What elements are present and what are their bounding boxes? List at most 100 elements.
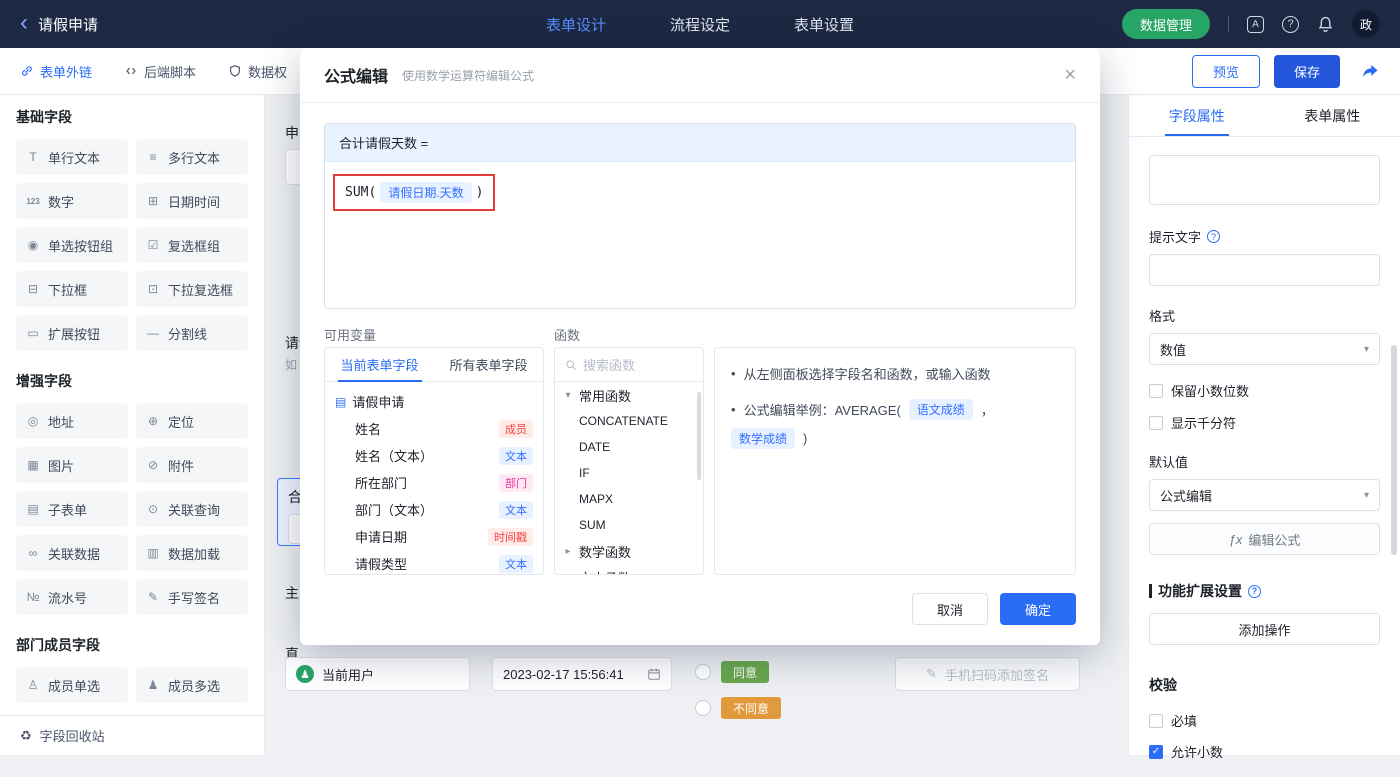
preview-button[interactable]: 预览: [1192, 55, 1260, 88]
translate-icon[interactable]: A: [1247, 16, 1264, 33]
field-item-serial-number[interactable]: №流水号: [16, 579, 128, 615]
hint-text-input[interactable]: [1149, 254, 1380, 286]
confirm-button[interactable]: 确定: [1000, 593, 1076, 625]
apply-date-field[interactable]: 2023-02-17 15:56:41: [492, 657, 672, 691]
allow-decimal-checkbox[interactable]: ✓: [1149, 745, 1163, 759]
add-action-button[interactable]: 添加操作: [1149, 613, 1380, 645]
field-label-fragment: 请: [285, 333, 299, 353]
cancel-button[interactable]: 取消: [912, 593, 988, 625]
variable-row[interactable]: 姓名（文本） 文本: [325, 442, 543, 469]
form-external-link[interactable]: 表单外链: [20, 62, 92, 81]
radio-circle[interactable]: [695, 700, 711, 716]
field-recycle-bin[interactable]: ♻ 字段回收站: [0, 715, 265, 755]
field-label: 附件: [168, 456, 194, 475]
variable-row[interactable]: 申请日期 时间戳: [325, 523, 543, 550]
current-user-field[interactable]: ♟ 当前用户: [285, 657, 470, 691]
close-icon[interactable]: ×: [1064, 64, 1076, 87]
field-item-attachment[interactable]: ⊘附件: [136, 447, 248, 483]
variable-row[interactable]: 所在部门 部门: [325, 469, 543, 496]
tab-form-design[interactable]: 表单设计: [546, 14, 606, 35]
function-search-input[interactable]: 搜索函数: [555, 348, 703, 382]
field-item-image[interactable]: ▦图片: [16, 447, 128, 483]
formula-input-area[interactable]: SUM( 请假日期.天数 ): [325, 162, 1075, 223]
field-item-divider[interactable]: —分割线: [136, 315, 248, 351]
scrollbar-thumb[interactable]: [1391, 345, 1397, 555]
field-title-box[interactable]: [1149, 155, 1380, 205]
avatar[interactable]: 政: [1352, 10, 1380, 38]
back-icon[interactable]: ‹: [20, 11, 28, 35]
agree-badge[interactable]: 同意: [721, 661, 769, 683]
fn-group-text[interactable]: ▸ 文本函数: [555, 564, 703, 575]
radio-circle[interactable]: [695, 664, 711, 680]
tips-panel: • 从左侧面板选择字段名和函数，或输入函数 • 公式编辑举例：AVERAGE( …: [714, 347, 1076, 575]
fn-group-math[interactable]: ▸ 数学函数: [555, 538, 703, 564]
field-item-datetime[interactable]: ⊞日期时间: [136, 183, 248, 219]
radio-option-agree[interactable]: 同意: [695, 661, 769, 683]
scrollbar-thumb[interactable]: [697, 392, 701, 480]
field-item-data-load[interactable]: ▥数据加载: [136, 535, 248, 571]
keep-decimal-checkbox[interactable]: [1149, 384, 1163, 398]
help-icon[interactable]: ?: [1282, 16, 1299, 33]
validation-title: 校验: [1149, 675, 1380, 695]
variable-row[interactable]: 请假类型 文本: [325, 550, 543, 575]
tab-form-setting[interactable]: 表单设置: [794, 14, 854, 35]
field-item-multi-line-text[interactable]: ≡多行文本: [136, 139, 248, 175]
fn-item-date[interactable]: DATE: [555, 434, 703, 460]
field-item-single-line-text[interactable]: T单行文本: [16, 139, 128, 175]
tab-form-properties[interactable]: 表单属性: [1265, 95, 1400, 136]
edit-formula-button[interactable]: ƒx 编辑公式: [1149, 523, 1380, 555]
fn-item-concatenate[interactable]: CONCATENATE: [555, 408, 703, 434]
field-item-location[interactable]: ⊕定位: [136, 403, 248, 439]
field-item-linked-data[interactable]: ∞关联数据: [16, 535, 128, 571]
save-button[interactable]: 保存: [1274, 55, 1340, 88]
tab-field-properties[interactable]: 字段属性: [1129, 95, 1265, 136]
radio-option-disagree[interactable]: 不同意: [695, 697, 781, 719]
thousand-sep-row[interactable]: 显示千分符: [1149, 413, 1380, 432]
field-item-lookup[interactable]: ⊙关联查询: [136, 491, 248, 527]
functions-column: 函数 搜索函数 ▾ 常用函数 CONCATENATE DATE IF MAPX …: [554, 325, 704, 575]
keep-decimal-row[interactable]: 保留小数位数: [1149, 381, 1380, 400]
tab-current-form-fields[interactable]: 当前表单字段: [325, 348, 434, 381]
required-row[interactable]: 必填: [1149, 711, 1380, 730]
checkbox-group-icon: ☑: [144, 238, 162, 252]
pencil-icon: ✎: [926, 666, 937, 682]
field-item-subform[interactable]: ▤子表单: [16, 491, 128, 527]
fn-item-if[interactable]: IF: [555, 460, 703, 486]
field-item-checkbox-group[interactable]: ☑复选框组: [136, 227, 248, 263]
fn-item-mapx[interactable]: MAPX: [555, 486, 703, 512]
share-icon[interactable]: [1360, 61, 1380, 81]
field-item-member-multi[interactable]: ♟成员多选: [136, 667, 248, 703]
field-item-signature[interactable]: ✎手写签名: [136, 579, 248, 615]
notification-bell-icon[interactable]: [1317, 16, 1334, 33]
backend-script[interactable]: 后端脚本: [124, 62, 196, 81]
help-circle-icon[interactable]: ?: [1248, 585, 1261, 598]
signature-field[interactable]: ✎ 手机扫码添加签名: [895, 657, 1080, 691]
field-item-dropdown[interactable]: ⊟下拉框: [16, 271, 128, 307]
field-item-multi-dropdown[interactable]: ⊡下拉复选框: [136, 271, 248, 307]
field-label: 扩展按钮: [48, 324, 100, 343]
default-value-select[interactable]: 公式编辑 ▾: [1149, 479, 1380, 511]
allow-decimal-row[interactable]: ✓ 允许小数: [1149, 742, 1380, 761]
field-item-number[interactable]: 123数字: [16, 183, 128, 219]
format-select[interactable]: 数值 ▾: [1149, 333, 1380, 365]
fn-group-common[interactable]: ▾ 常用函数: [555, 382, 703, 408]
field-item-address[interactable]: ◎地址: [16, 403, 128, 439]
required-checkbox[interactable]: [1149, 714, 1163, 728]
data-permission[interactable]: 数据权: [228, 62, 287, 81]
tab-flow-setting[interactable]: 流程设定: [670, 14, 730, 35]
formula-field-tag[interactable]: 请假日期.天数: [380, 182, 471, 203]
field-item-member-single[interactable]: ♙成员单选: [16, 667, 128, 703]
variables-root-node[interactable]: ▤ 请假申请: [325, 388, 543, 415]
field-label: 日期时间: [168, 192, 220, 211]
variable-row[interactable]: 姓名 成员: [325, 415, 543, 442]
field-item-extend-button[interactable]: ▭扩展按钮: [16, 315, 128, 351]
help-circle-icon[interactable]: ?: [1207, 230, 1220, 243]
tab-all-form-fields[interactable]: 所有表单字段: [434, 348, 543, 381]
data-manage-button[interactable]: 数据管理: [1122, 9, 1210, 39]
variable-row[interactable]: 部门（文本） 文本: [325, 496, 543, 523]
divider-icon: —: [144, 326, 162, 340]
fn-item-sum[interactable]: SUM: [555, 512, 703, 538]
disagree-badge[interactable]: 不同意: [721, 697, 781, 719]
thousand-sep-checkbox[interactable]: [1149, 416, 1163, 430]
field-item-radio-group[interactable]: ◉单选按钮组: [16, 227, 128, 263]
